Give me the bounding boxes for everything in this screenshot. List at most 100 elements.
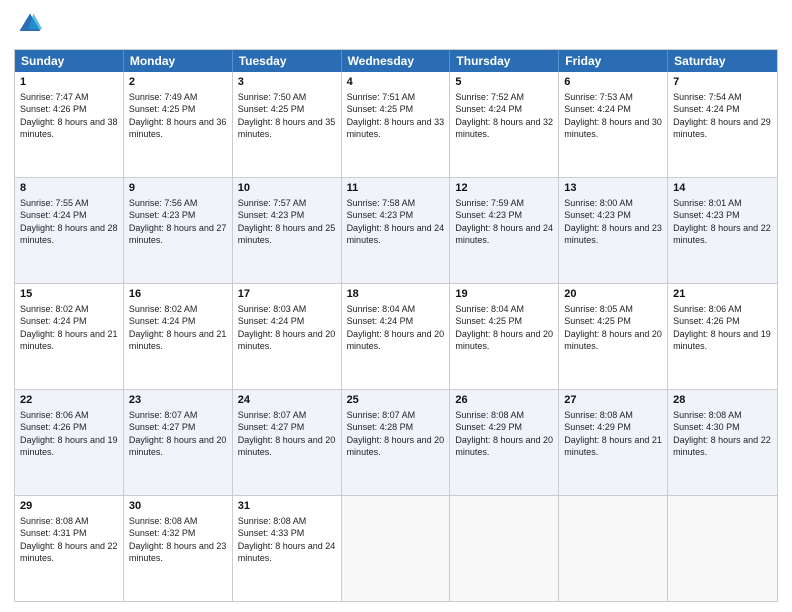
table-row: 28Sunrise: 8:08 AMSunset: 4:30 PMDayligh… — [668, 390, 777, 495]
table-row — [450, 496, 559, 601]
day-number: 17 — [238, 287, 336, 302]
page: SundayMondayTuesdayWednesdayThursdayFrid… — [0, 0, 792, 612]
day-header-wednesday: Wednesday — [342, 50, 451, 72]
cell-text: Sunrise: 7:58 AMSunset: 4:23 PMDaylight:… — [347, 198, 445, 245]
day-number: 14 — [673, 181, 772, 196]
cell-text: Sunrise: 7:50 AMSunset: 4:25 PMDaylight:… — [238, 92, 336, 139]
day-header-monday: Monday — [124, 50, 233, 72]
calendar-row: 1 Sunrise: 7:47 AMSunset: 4:26 PMDaylight… — [15, 72, 777, 177]
table-row: 12 Sunrise: 7:59 AMSunset: 4:23 PMDayligh… — [450, 178, 559, 283]
day-number: 29 — [20, 499, 118, 514]
table-row: 3Sunrise: 7:50 AMSunset: 4:25 PMDaylight… — [233, 72, 342, 177]
cell-text: Sunrise: 7:47 AMSunset: 4:26 PMDaylight:… — [20, 92, 118, 139]
table-row: 27 Sunrise: 8:08 AMSunset: 4:29 PMDayligh… — [559, 390, 668, 495]
table-row: 5 Sunrise: 7:52 AMSunset: 4:24 PMDaylight… — [450, 72, 559, 177]
day-number: 24 — [238, 393, 336, 408]
table-row: 8 Sunrise: 7:55 AMSunset: 4:24 PMDaylight… — [15, 178, 124, 283]
table-row: 11 Sunrise: 7:58 AMSunset: 4:23 PMDayligh… — [342, 178, 451, 283]
cell-text: Sunrise: 7:49 AMSunset: 4:25 PMDaylight:… — [129, 92, 227, 139]
table-row: 10 Sunrise: 7:57 AMSunset: 4:23 PMDayligh… — [233, 178, 342, 283]
cell-text: Sunrise: 8:08 AMSunset: 4:30 PMDaylight:… — [673, 410, 771, 457]
table-row: 9 Sunrise: 7:56 AMSunset: 4:23 PMDaylight… — [124, 178, 233, 283]
cell-text: Sunrise: 8:08 AMSunset: 4:29 PMDaylight:… — [564, 410, 662, 457]
table-row: 1 Sunrise: 7:47 AMSunset: 4:26 PMDaylight… — [15, 72, 124, 177]
cell-text: Sunrise: 8:02 AMSunset: 4:24 PMDaylight:… — [129, 304, 227, 351]
table-row — [559, 496, 668, 601]
cell-text: Sunrise: 8:01 AMSunset: 4:23 PMDaylight:… — [673, 198, 771, 245]
cell-text: Sunrise: 8:03 AMSunset: 4:24 PMDaylight:… — [238, 304, 336, 351]
table-row — [668, 496, 777, 601]
cell-text: Sunrise: 7:51 AMSunset: 4:25 PMDaylight:… — [347, 92, 445, 139]
calendar-body: 1 Sunrise: 7:47 AMSunset: 4:26 PMDaylight… — [15, 72, 777, 601]
cell-text: Sunrise: 7:59 AMSunset: 4:23 PMDaylight:… — [455, 198, 553, 245]
day-number: 2 — [129, 75, 227, 90]
table-row: 13Sunrise: 8:00 AMSunset: 4:23 PMDayligh… — [559, 178, 668, 283]
cell-text: Sunrise: 8:07 AMSunset: 4:27 PMDaylight:… — [129, 410, 227, 457]
day-number: 6 — [564, 75, 662, 90]
table-row: 22 Sunrise: 8:06 AMSunset: 4:26 PMDayligh… — [15, 390, 124, 495]
table-row: 23Sunrise: 8:07 AMSunset: 4:27 PMDayligh… — [124, 390, 233, 495]
day-number: 21 — [673, 287, 772, 302]
day-number: 5 — [455, 75, 553, 90]
day-number: 16 — [129, 287, 227, 302]
table-row: 2 Sunrise: 7:49 AMSunset: 4:25 PMDaylight… — [124, 72, 233, 177]
cell-text: Sunrise: 8:04 AMSunset: 4:24 PMDaylight:… — [347, 304, 445, 351]
table-row: 18 Sunrise: 8:04 AMSunset: 4:24 PMDayligh… — [342, 284, 451, 389]
day-number: 30 — [129, 499, 227, 514]
day-number: 13 — [564, 181, 662, 196]
cell-text: Sunrise: 8:07 AMSunset: 4:27 PMDaylight:… — [238, 410, 336, 457]
logo-icon — [16, 10, 44, 38]
cell-text: Sunrise: 8:07 AMSunset: 4:28 PMDaylight:… — [347, 410, 445, 457]
calendar-header: SundayMondayTuesdayWednesdayThursdayFrid… — [15, 50, 777, 72]
cell-text: Sunrise: 8:04 AMSunset: 4:25 PMDaylight:… — [455, 304, 553, 351]
calendar-row: 22 Sunrise: 8:06 AMSunset: 4:26 PMDayligh… — [15, 389, 777, 495]
table-row: 24 Sunrise: 8:07 AMSunset: 4:27 PMDayligh… — [233, 390, 342, 495]
day-header-sunday: Sunday — [15, 50, 124, 72]
day-number: 12 — [455, 181, 553, 196]
day-number: 10 — [238, 181, 336, 196]
cell-text: Sunrise: 7:56 AMSunset: 4:23 PMDaylight:… — [129, 198, 227, 245]
day-number: 20 — [564, 287, 662, 302]
table-row: 29 Sunrise: 8:08 AMSunset: 4:31 PMDayligh… — [15, 496, 124, 601]
calendar: SundayMondayTuesdayWednesdayThursdayFrid… — [14, 49, 778, 602]
day-header-saturday: Saturday — [668, 50, 777, 72]
table-row: 16 Sunrise: 8:02 AMSunset: 4:24 PMDayligh… — [124, 284, 233, 389]
cell-text: Sunrise: 8:08 AMSunset: 4:31 PMDaylight:… — [20, 516, 118, 563]
day-number: 9 — [129, 181, 227, 196]
cell-text: Sunrise: 7:55 AMSunset: 4:24 PMDaylight:… — [20, 198, 118, 245]
cell-text: Sunrise: 7:53 AMSunset: 4:24 PMDaylight:… — [564, 92, 662, 139]
table-row: 20 Sunrise: 8:05 AMSunset: 4:25 PMDayligh… — [559, 284, 668, 389]
day-number: 27 — [564, 393, 662, 408]
cell-text: Sunrise: 7:52 AMSunset: 4:24 PMDaylight:… — [455, 92, 553, 139]
day-number: 19 — [455, 287, 553, 302]
cell-text: Sunrise: 8:06 AMSunset: 4:26 PMDaylight:… — [673, 304, 771, 351]
header — [14, 10, 778, 43]
cell-text: Sunrise: 8:08 AMSunset: 4:33 PMDaylight:… — [238, 516, 336, 563]
table-row: 14 Sunrise: 8:01 AMSunset: 4:23 PMDayligh… — [668, 178, 777, 283]
table-row: 15Sunrise: 8:02 AMSunset: 4:24 PMDayligh… — [15, 284, 124, 389]
table-row: 31 Sunrise: 8:08 AMSunset: 4:33 PMDayligh… — [233, 496, 342, 601]
table-row: 30 Sunrise: 8:08 AMSunset: 4:32 PMDayligh… — [124, 496, 233, 601]
day-header-tuesday: Tuesday — [233, 50, 342, 72]
cell-text: Sunrise: 8:05 AMSunset: 4:25 PMDaylight:… — [564, 304, 662, 351]
cell-text: Sunrise: 7:54 AMSunset: 4:24 PMDaylight:… — [673, 92, 771, 139]
table-row: 6 Sunrise: 7:53 AMSunset: 4:24 PMDaylight… — [559, 72, 668, 177]
day-number: 26 — [455, 393, 553, 408]
day-number: 22 — [20, 393, 118, 408]
cell-text: Sunrise: 7:57 AMSunset: 4:23 PMDaylight:… — [238, 198, 336, 245]
calendar-row: 29 Sunrise: 8:08 AMSunset: 4:31 PMDayligh… — [15, 495, 777, 601]
day-number: 4 — [347, 75, 445, 90]
day-number: 31 — [238, 499, 336, 514]
day-number: 18 — [347, 287, 445, 302]
cell-text: Sunrise: 8:06 AMSunset: 4:26 PMDaylight:… — [20, 410, 118, 457]
day-number: 1 — [20, 75, 118, 90]
cell-text: Sunrise: 8:08 AMSunset: 4:32 PMDaylight:… — [129, 516, 227, 563]
table-row: 4 Sunrise: 7:51 AMSunset: 4:25 PMDaylight… — [342, 72, 451, 177]
day-number: 11 — [347, 181, 445, 196]
table-row: 7 Sunrise: 7:54 AMSunset: 4:24 PMDaylight… — [668, 72, 777, 177]
table-row — [342, 496, 451, 601]
day-number: 8 — [20, 181, 118, 196]
logo — [14, 10, 44, 43]
day-number: 7 — [673, 75, 772, 90]
calendar-row: 8 Sunrise: 7:55 AMSunset: 4:24 PMDaylight… — [15, 177, 777, 283]
